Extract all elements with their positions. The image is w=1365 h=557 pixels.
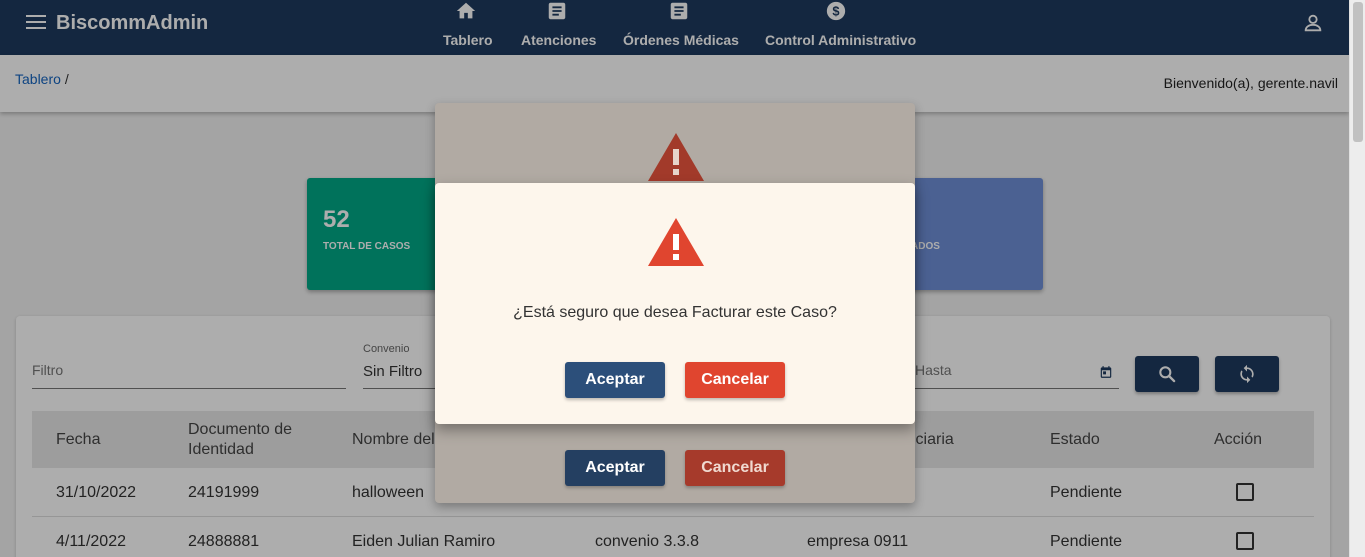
page-scrollbar[interactable] — [1349, 0, 1365, 557]
previous-accept-button: Aceptar — [565, 450, 665, 486]
warning-icon — [648, 218, 704, 266]
previous-cancel-button: Cancelar — [685, 450, 785, 486]
warning-icon — [648, 133, 704, 181]
accept-button[interactable]: Aceptar — [565, 362, 665, 398]
scrollbar-thumb[interactable] — [1353, 2, 1363, 142]
confirm-dialog: ¿Está seguro que desea Facturar este Cas… — [435, 183, 915, 424]
confirm-message: ¿Está seguro que desea Facturar este Cas… — [513, 304, 837, 321]
cancel-button[interactable]: Cancelar — [685, 362, 785, 398]
